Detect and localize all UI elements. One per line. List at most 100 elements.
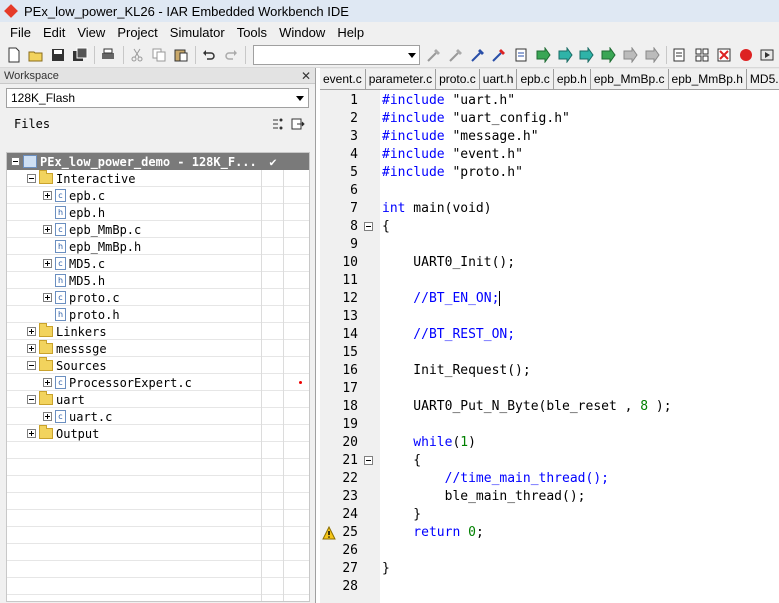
- tree-file[interactable]: c MD5.c: [7, 255, 309, 272]
- menu-help[interactable]: Help: [331, 25, 370, 40]
- nav-back-icon[interactable]: [554, 44, 575, 66]
- new-file-icon[interactable]: [4, 44, 25, 66]
- code-line[interactable]: 21 {: [320, 452, 779, 470]
- collapse-icon[interactable]: [27, 361, 36, 370]
- menu-window[interactable]: Window: [273, 25, 331, 40]
- find-next-icon[interactable]: [445, 44, 466, 66]
- editor-tab[interactable]: epb_MmBp.c: [590, 69, 669, 89]
- rebuild-icon[interactable]: [692, 44, 713, 66]
- tree-file[interactable]: c epb_MmBp.c: [7, 221, 309, 238]
- code-line[interactable]: 24 }: [320, 506, 779, 524]
- fold-collapse-icon[interactable]: [364, 222, 373, 231]
- code-line[interactable]: 26: [320, 542, 779, 560]
- expand-icon[interactable]: [27, 327, 36, 336]
- step-icon[interactable]: [620, 44, 641, 66]
- cut-icon[interactable]: [127, 44, 148, 66]
- collapse-icon[interactable]: [11, 157, 20, 166]
- expand-icon[interactable]: [27, 429, 36, 438]
- redo-icon[interactable]: [221, 44, 242, 66]
- menu-simulator[interactable]: Simulator: [164, 25, 231, 40]
- editor-tab[interactable]: event.c: [320, 69, 366, 89]
- find-prev-icon[interactable]: [467, 44, 488, 66]
- tree-file[interactable]: c proto.c: [7, 289, 309, 306]
- code-line[interactable]: 9: [320, 236, 779, 254]
- editor-tab[interactable]: epb.h: [553, 69, 591, 89]
- undo-icon[interactable]: [199, 44, 220, 66]
- code-line[interactable]: 17: [320, 380, 779, 398]
- expand-icon[interactable]: [43, 293, 52, 302]
- tree-file[interactable]: h MD5.h: [7, 272, 309, 289]
- output-icon[interactable]: [291, 117, 305, 131]
- expand-icon[interactable]: [43, 191, 52, 200]
- code-line[interactable]: 22 //time_main_thread();: [320, 470, 779, 488]
- tree-file[interactable]: c epb.c: [7, 187, 309, 204]
- tree-folder[interactable]: Linkers: [7, 323, 309, 340]
- code-line[interactable]: 2 #include "uart_config.h": [320, 110, 779, 128]
- menu-project[interactable]: Project: [111, 25, 163, 40]
- tree-folder[interactable]: Interactive: [7, 170, 309, 187]
- expand-icon[interactable]: [43, 378, 52, 387]
- code-line[interactable]: 28: [320, 578, 779, 596]
- editor-tab[interactable]: proto.c: [436, 69, 480, 89]
- code-line[interactable]: 13: [320, 308, 779, 326]
- editor-tab[interactable]: uart.h: [479, 69, 518, 89]
- editor-tab[interactable]: parameter.c: [365, 69, 437, 89]
- chevron-down-icon[interactable]: [296, 96, 304, 101]
- code-line[interactable]: 25 return 0;: [320, 524, 779, 542]
- collapse-icon[interactable]: [27, 395, 36, 404]
- tree-file[interactable]: c ProcessorExpert.c: [7, 374, 309, 391]
- code-line[interactable]: 14 //BT_REST_ON;: [320, 326, 779, 344]
- tree-file[interactable]: h epb_MmBp.h: [7, 238, 309, 255]
- options-icon[interactable]: [271, 117, 285, 131]
- code-line[interactable]: 4 #include "event.h": [320, 146, 779, 164]
- code-line[interactable]: 15: [320, 344, 779, 362]
- tree-file[interactable]: h epb.h: [7, 204, 309, 221]
- breakpoint-icon[interactable]: [735, 44, 756, 66]
- warning-icon[interactable]: [322, 526, 336, 540]
- code-line[interactable]: 16 Init_Request();: [320, 362, 779, 380]
- code-line[interactable]: 23 ble_main_thread();: [320, 488, 779, 506]
- tree-folder[interactable]: Output: [7, 425, 309, 442]
- fold-collapse-icon[interactable]: [364, 456, 373, 465]
- find-combo[interactable]: [253, 44, 420, 65]
- code-line[interactable]: 20 while(1): [320, 434, 779, 452]
- chevron-down-icon[interactable]: [407, 52, 416, 58]
- tree-folder[interactable]: messsge: [7, 340, 309, 357]
- expand-icon[interactable]: [43, 225, 52, 234]
- compile-icon[interactable]: [641, 44, 662, 66]
- bookmark-icon[interactable]: [489, 44, 510, 66]
- code-line[interactable]: 19: [320, 416, 779, 434]
- expand-icon[interactable]: [43, 259, 52, 268]
- editor-tab[interactable]: MD5.c: [746, 69, 779, 89]
- tree-folder[interactable]: uart: [7, 391, 309, 408]
- make-icon[interactable]: [670, 44, 691, 66]
- close-icon[interactable]: ✕: [301, 70, 311, 82]
- tree-file[interactable]: c uart.c: [7, 408, 309, 425]
- code-line[interactable]: 1 #include "uart.h": [320, 92, 779, 110]
- code-area[interactable]: 1 #include "uart.h" 2 #include "uart_config…: [320, 90, 779, 603]
- open-icon[interactable]: [26, 44, 47, 66]
- expand-icon[interactable]: [27, 344, 36, 353]
- debug-icon[interactable]: [757, 44, 778, 66]
- goto-icon[interactable]: [511, 44, 532, 66]
- code-line[interactable]: 12 //BT_EN_ON;: [320, 290, 779, 308]
- code-line[interactable]: 5 #include "proto.h": [320, 164, 779, 182]
- print-icon[interactable]: [98, 44, 119, 66]
- menu-view[interactable]: View: [71, 25, 111, 40]
- code-line[interactable]: 8{: [320, 218, 779, 236]
- stop-icon[interactable]: [714, 44, 735, 66]
- code-line[interactable]: 7 int main(void): [320, 200, 779, 218]
- nav-up-icon[interactable]: [576, 44, 597, 66]
- code-line[interactable]: 6: [320, 182, 779, 200]
- editor-tab[interactable]: epb_MmBp.h: [668, 69, 747, 89]
- find-icon[interactable]: [424, 44, 445, 66]
- build-config-select[interactable]: 128K_Flash: [6, 88, 309, 108]
- save-icon[interactable]: [48, 44, 69, 66]
- copy-icon[interactable]: [148, 44, 169, 66]
- menu-edit[interactable]: Edit: [37, 25, 71, 40]
- collapse-icon[interactable]: [27, 174, 36, 183]
- menu-file[interactable]: File: [4, 25, 37, 40]
- menu-tools[interactable]: Tools: [231, 25, 273, 40]
- code-line[interactable]: 27}: [320, 560, 779, 578]
- code-line[interactable]: 18 UART0_Put_N_Byte(ble_reset , 8 );: [320, 398, 779, 416]
